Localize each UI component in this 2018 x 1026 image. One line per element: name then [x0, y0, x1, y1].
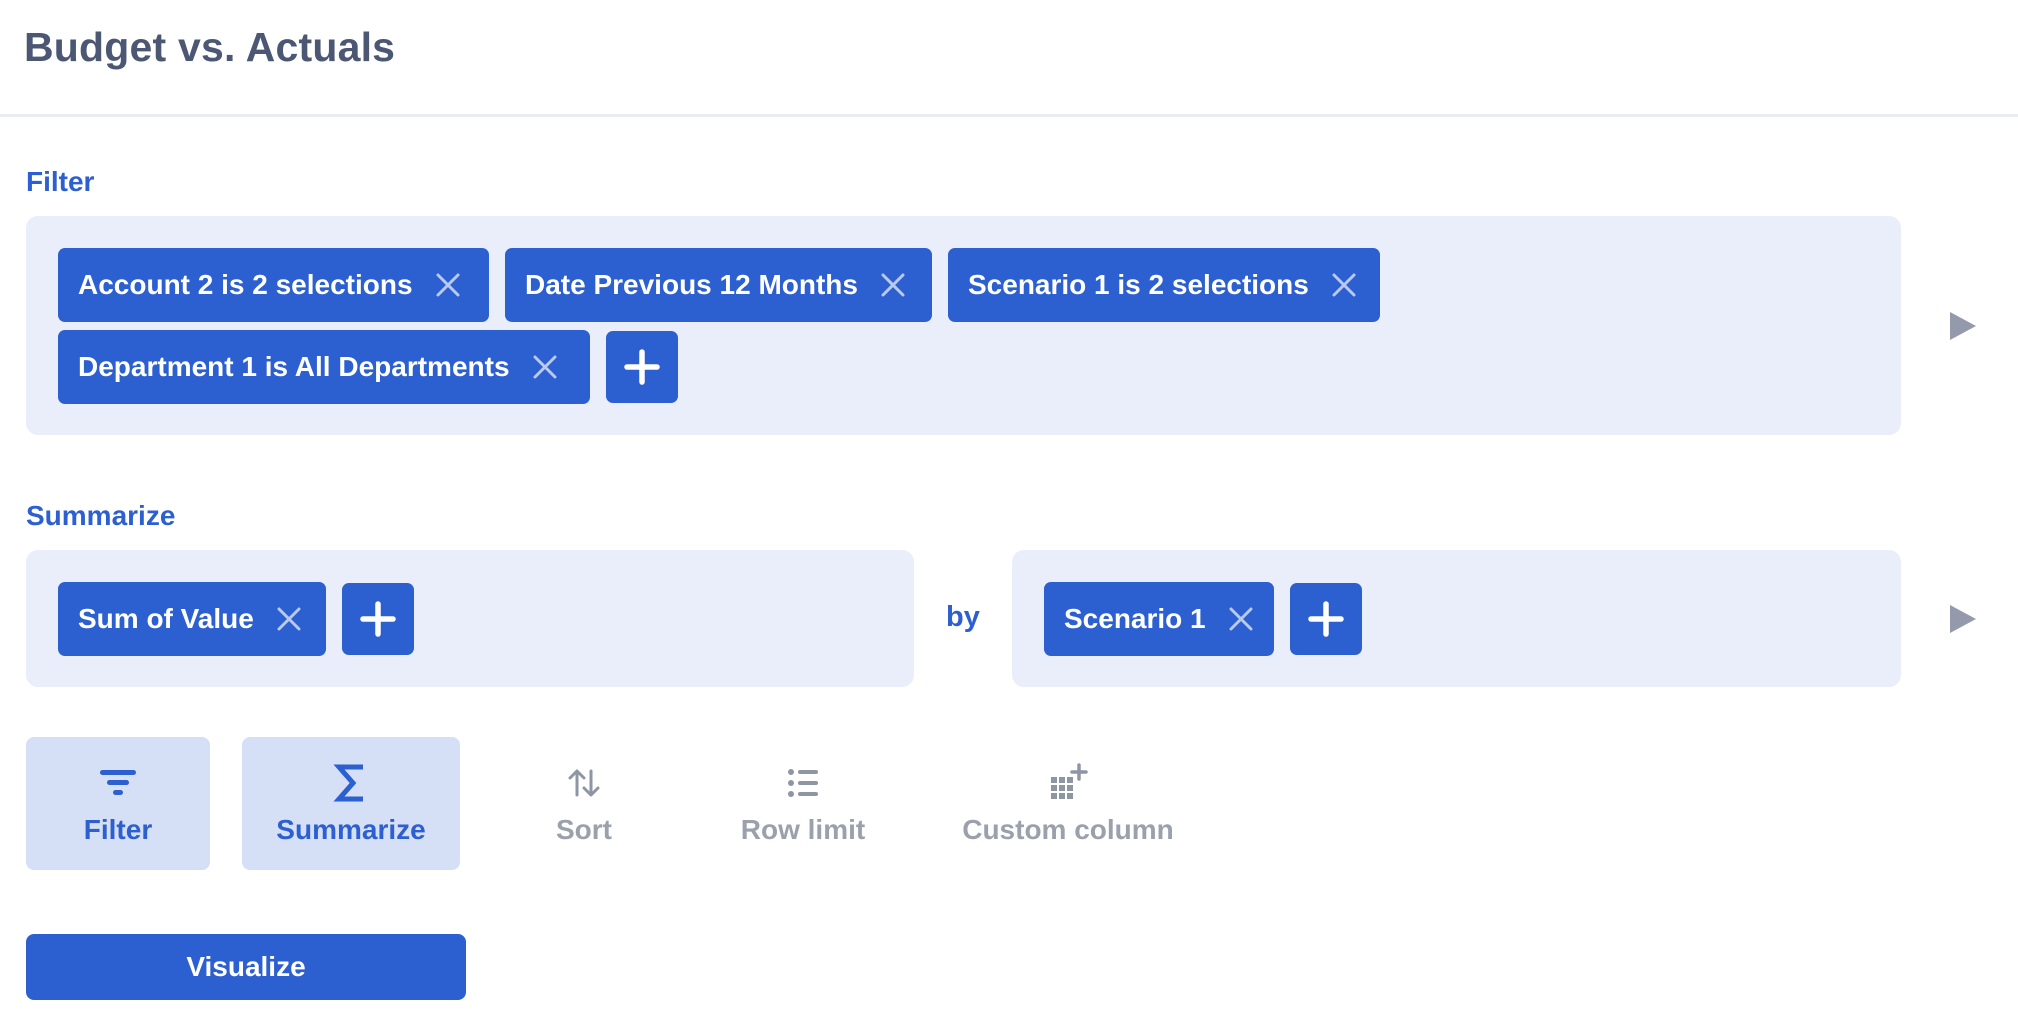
action-sort-label: Sort [556, 814, 612, 845]
by-label: by [946, 601, 980, 633]
add-metric-button[interactable] [342, 583, 414, 655]
filter-section-label: Filter [26, 166, 95, 197]
action-filter-button[interactable]: Filter [26, 737, 210, 870]
sigma-icon [333, 764, 363, 802]
close-icon[interactable] [1228, 606, 1254, 632]
summarize-section-label: Summarize [26, 500, 176, 531]
filter-chip-date[interactable]: Date Previous 12 Months [505, 248, 932, 322]
header-bar: Budget vs. Actuals [0, 0, 2018, 117]
add-grouping-button[interactable] [1290, 583, 1362, 655]
filter-chip-label: Account 2 is 2 selections [78, 269, 413, 300]
custom-column-icon [1051, 763, 1088, 799]
action-custom-column-button[interactable]: Custom column [952, 737, 1184, 870]
run-filter-arrow-icon[interactable] [1948, 310, 1978, 342]
filter-icon [100, 770, 136, 795]
sort-icon [568, 769, 600, 797]
metric-chip-sum-of-value[interactable]: Sum of Value [58, 582, 326, 656]
run-summarize-arrow-icon[interactable] [1948, 603, 1978, 635]
list-icon [788, 769, 818, 797]
grouping-chip-scenario[interactable]: Scenario 1 [1044, 582, 1274, 656]
close-icon[interactable] [276, 606, 302, 632]
action-row-limit-label: Row limit [740, 814, 866, 845]
action-filter-label: Filter [83, 814, 153, 845]
close-icon[interactable] [435, 272, 461, 298]
action-custom-column-label: Custom column [962, 814, 1174, 845]
action-summarize-button[interactable]: Summarize [242, 737, 460, 870]
action-row-limit-button[interactable]: Row limit [718, 737, 888, 870]
action-summarize-label: Summarize [276, 814, 426, 845]
filter-chip-department[interactable]: Department 1 is All Departments [58, 330, 590, 404]
filter-chip-label: Scenario 1 is 2 selections [968, 269, 1309, 300]
close-icon[interactable] [880, 272, 906, 298]
metric-chip-label: Sum of Value [78, 603, 254, 634]
visualize-button[interactable]: Visualize [26, 934, 466, 1000]
filter-chip-account[interactable]: Account 2 is 2 selections [58, 248, 489, 322]
close-icon[interactable] [532, 354, 558, 380]
plus-icon [624, 349, 660, 385]
add-filter-button[interactable] [606, 331, 678, 403]
grouping-chip-label: Scenario 1 [1064, 603, 1206, 634]
action-sort-button[interactable]: Sort [504, 737, 664, 870]
plus-icon [1308, 601, 1344, 637]
page-title: Budget vs. Actuals [24, 24, 396, 70]
plus-icon [360, 601, 396, 637]
filter-chip-scenario[interactable]: Scenario 1 is 2 selections [948, 248, 1380, 322]
filter-chip-label: Date Previous 12 Months [525, 269, 858, 300]
close-icon[interactable] [1331, 272, 1357, 298]
filter-chip-label: Department 1 is All Departments [78, 351, 510, 382]
